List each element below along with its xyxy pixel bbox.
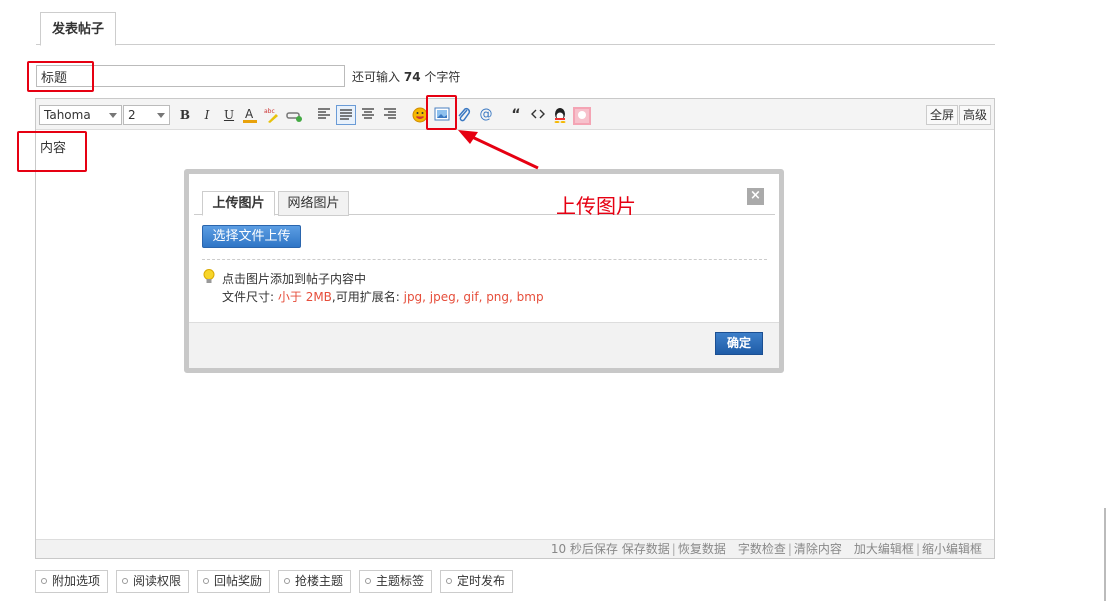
bullet-icon [41,578,47,584]
confirm-button[interactable]: 确定 [715,332,763,355]
tab-web-image[interactable]: 网络图片 [278,191,349,216]
autosave-countdown: 10 秒后保存 [550,542,618,556]
chars-remaining-prefix: 还可输入 [352,70,401,84]
align-justify-icon[interactable] [336,105,356,125]
bold-button[interactable]: B [175,105,195,125]
clear-content-link[interactable]: 清除内容 [794,542,842,556]
dialog-tabs: 上传图片 网络图片 [194,185,775,216]
word-count-link[interactable]: 字数检查 [738,542,786,556]
editor-statusbar: 10 秒后保存 保存数据 | 恢复数据 字数检查 | 清除内容 加大编辑框 | 缩小编辑框 [36,539,994,558]
option-label: 定时发布 [457,574,506,588]
separator: | [915,542,920,556]
option-reply-reward[interactable]: 回帖奖励 [197,570,271,593]
dialog-footer: 确定 [189,322,779,368]
qq-icon[interactable] [550,105,570,125]
annotation-box-title [27,61,94,92]
option-label: 抢楼主题 [295,574,344,588]
upload-hint: 点击图片添加到帖子内容中 [222,272,367,286]
tab-post-thread[interactable]: 发表帖子 [40,12,116,46]
align-center-icon[interactable] [358,105,378,125]
lightbulb-icon [203,269,215,287]
font-family-select[interactable]: Tahoma [39,105,122,125]
tab-upload-image[interactable]: 上传图片 [202,191,275,216]
option-extra[interactable]: 附加选项 [35,570,109,593]
tab-bar: 发表帖子 [36,12,995,46]
extension-label: ,可用扩展名: [331,290,400,304]
bullet-icon [122,578,128,584]
font-size-value: 2 [128,108,136,122]
image-upload-dialog: 上传图片 网络图片 × 选择文件上传 点击图片添加到帖子内容中 文件尺寸: 小于… [184,169,784,373]
option-label: 附加选项 [52,574,101,588]
option-floor-grab[interactable]: 抢楼主题 [278,570,352,593]
option-read-permission[interactable]: 阅读权限 [116,570,190,593]
enlarge-editor-link[interactable]: 加大编辑框 [854,542,914,556]
sticker-icon[interactable] [572,105,592,125]
font-color-icon[interactable]: A [240,105,260,125]
attachment-icon[interactable] [454,105,474,125]
file-size-info: 文件尺寸: 小于 2MB,可用扩展名: jpg, jpeg, gif, png,… [222,288,544,305]
option-label: 阅读权限 [133,574,182,588]
shrink-editor-link[interactable]: 缩小编辑框 [922,542,982,556]
option-scheduled-post[interactable]: 定时发布 [440,570,514,593]
divider [202,259,767,260]
chevron-down-icon [109,113,117,118]
highlight-icon[interactable]: abc [262,105,282,125]
advanced-button[interactable]: 高级 [959,105,992,125]
font-family-value: Tahoma [44,108,91,122]
font-size-select[interactable]: 2 [123,105,170,125]
chevron-down-icon [157,113,165,118]
save-data-link[interactable]: 保存数据 [622,542,670,556]
bullet-icon [284,578,290,584]
svg-text:abc: abc [264,108,275,115]
restore-data-link[interactable]: 恢复数据 [678,542,726,556]
underline-button[interactable]: U [219,105,239,125]
align-left-icon[interactable] [314,105,334,125]
select-file-upload-button[interactable]: 选择文件上传 [202,225,301,248]
annotation-label: 上传图片 [556,194,636,218]
chars-remaining: 还可输入 74 个字符 [352,68,460,85]
mention-icon[interactable]: @ [476,105,496,125]
separator: | [671,542,676,556]
align-right-icon[interactable] [380,105,400,125]
annotation-box-content [17,131,87,172]
separator: | [787,542,792,556]
file-size-value: 小于 2MB [277,290,332,304]
link-remove-icon[interactable] [284,105,304,125]
chars-remaining-count: 74 [403,70,421,84]
bullet-icon [203,578,209,584]
quote-icon[interactable]: “ [506,105,526,125]
italic-button[interactable]: I [197,105,217,125]
chars-remaining-suffix: 个字符 [424,70,461,84]
fullscreen-button[interactable]: 全屏 [926,105,959,125]
option-label: 回帖奖励 [214,574,263,588]
option-label: 主题标签 [376,574,425,588]
extension-value: jpg, jpeg, gif, png, bmp [403,290,544,304]
file-size-label: 文件尺寸: [222,290,275,304]
close-icon[interactable]: × [747,188,764,205]
svg-text:A: A [245,107,254,121]
annotation-arrow-icon [458,130,539,170]
option-topic-tags[interactable]: 主题标签 [359,570,433,593]
bullet-icon [365,578,371,584]
bullet-icon [446,578,452,584]
code-icon[interactable] [528,105,548,125]
